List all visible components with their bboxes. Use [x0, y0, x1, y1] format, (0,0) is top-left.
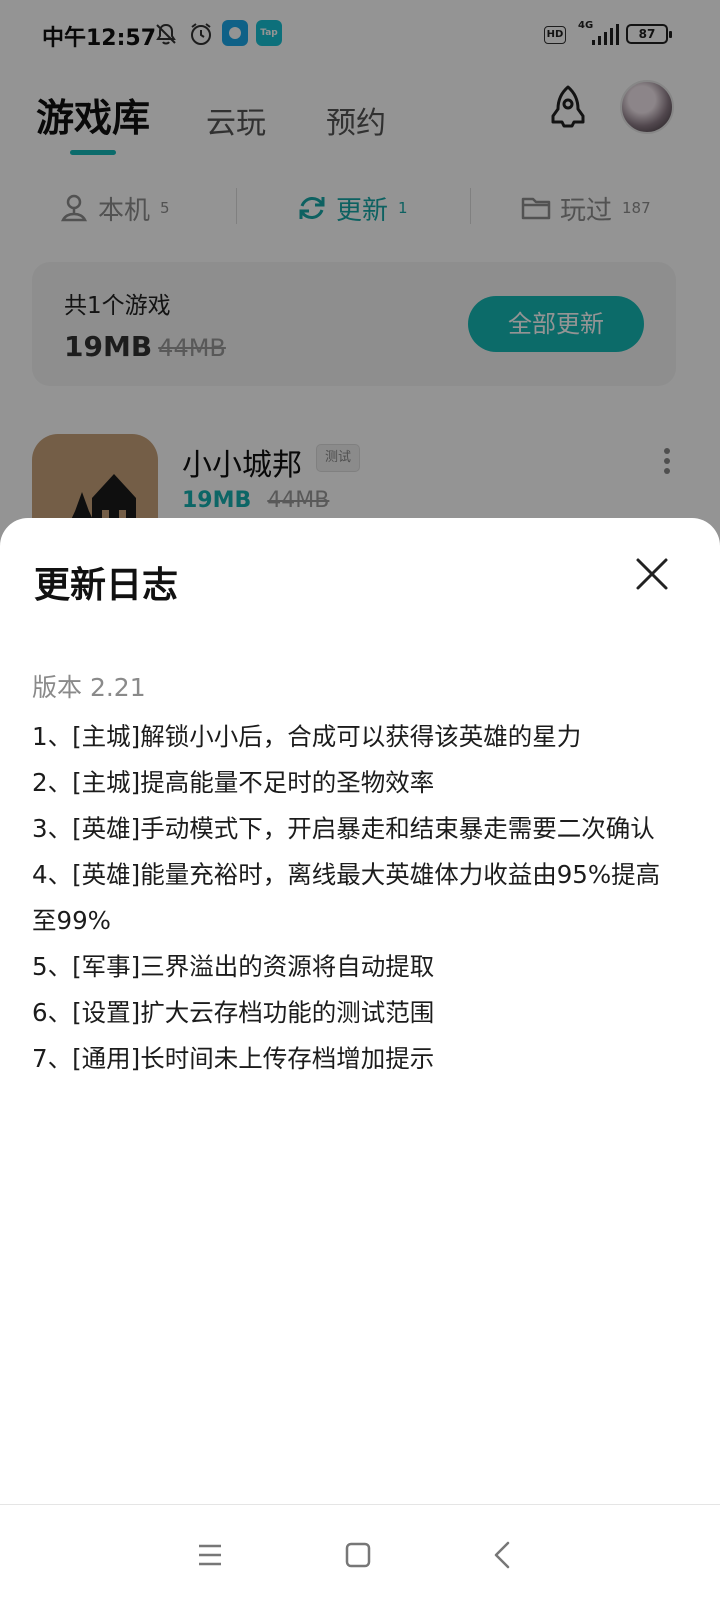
sheet-title: 更新日志	[34, 565, 179, 606]
home-icon[interactable]	[338, 1535, 378, 1575]
changelog-item: 1、[主城]解锁小小后，合成可以获得该英雄的星力	[32, 722, 582, 751]
changelog-sheet: 更新日志 版本 2.21 1、[主城]解锁小小后，合成可以获得该英雄的星力 2、…	[0, 518, 720, 1600]
changelog-item: 5、[军事]三界溢出的资源将自动提取	[32, 952, 435, 981]
changelog-item: 4、[英雄]能量充裕时，离线最大英雄体力收益由95%提高至99%	[32, 860, 661, 935]
changelog-item: 7、[通用]长时间未上传存档增加提示	[32, 1044, 435, 1073]
changelog-item: 2、[主城]提高能量不足时的圣物效率	[32, 768, 435, 797]
version-label: 版本 2.21	[32, 673, 146, 702]
system-nav-bar	[0, 1504, 720, 1600]
changelog-list: 1、[主城]解锁小小后，合成可以获得该英雄的星力 2、[主城]提高能量不足时的圣…	[32, 714, 682, 1082]
menu-icon[interactable]	[190, 1535, 230, 1575]
back-icon[interactable]	[484, 1535, 524, 1575]
changelog-item: 3、[英雄]手动模式下，开启暴走和结束暴走需要二次确认	[32, 814, 655, 843]
close-icon[interactable]	[632, 554, 672, 594]
changelog-item: 6、[设置]扩大云存档功能的测试范围	[32, 998, 435, 1027]
